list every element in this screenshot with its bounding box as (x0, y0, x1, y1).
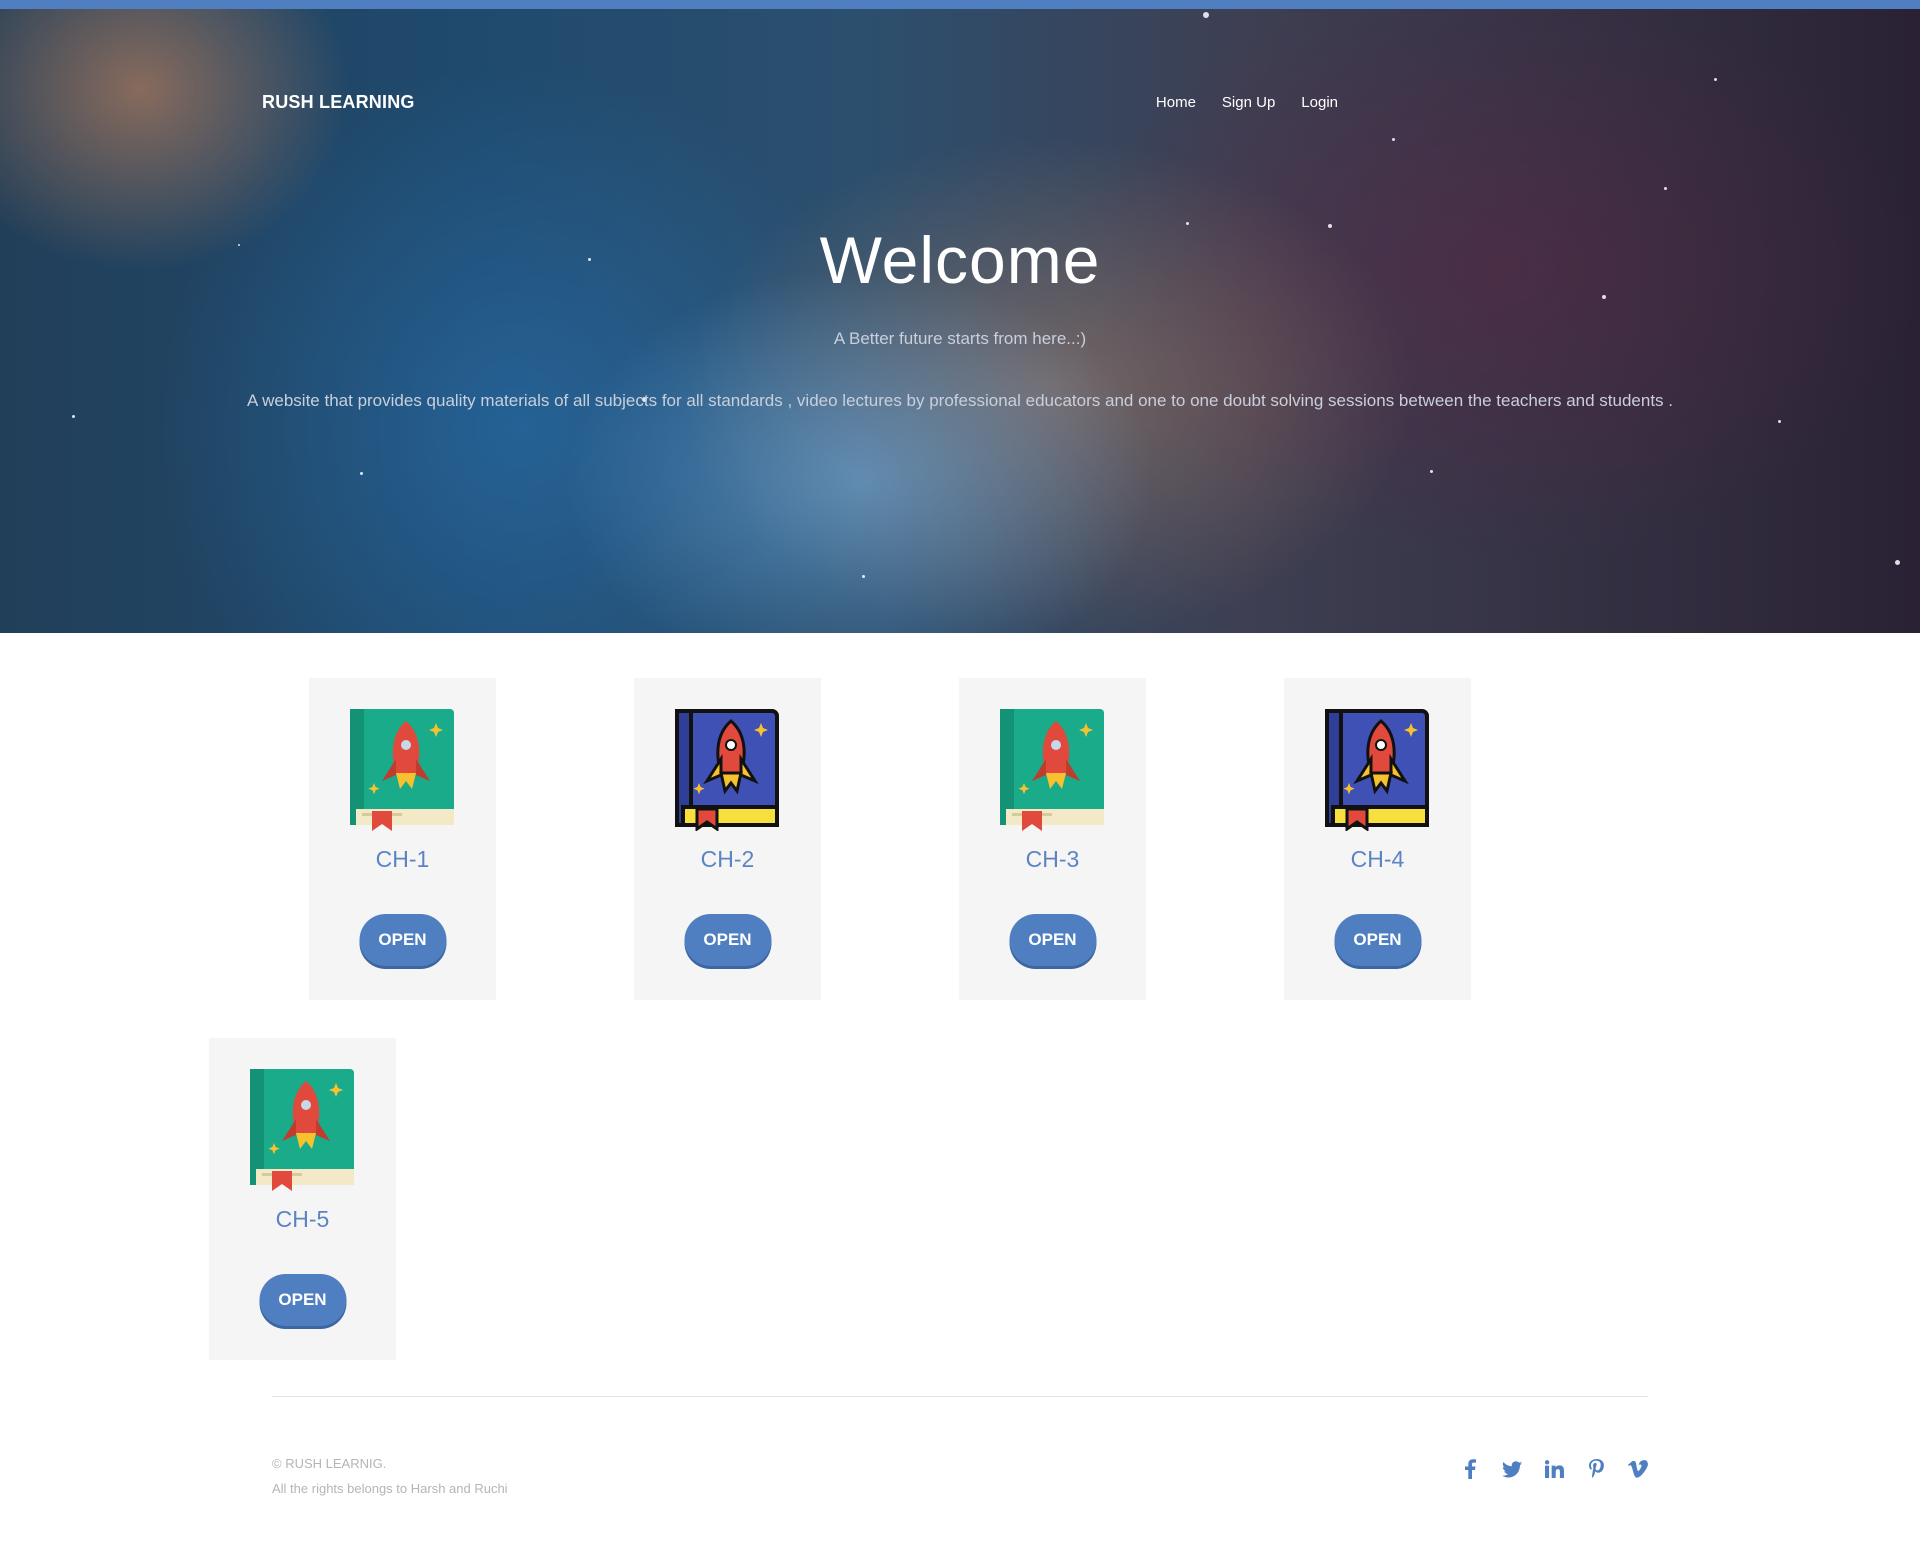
hero-subtitle: A Better future starts from here..:) (833, 329, 1087, 348)
nav-login[interactable]: Login (1301, 94, 1338, 111)
facebook-icon[interactable] (1460, 1458, 1480, 1480)
open-chapter-1-button[interactable]: OPEN (359, 914, 446, 966)
social-links (1460, 1458, 1648, 1480)
pinterest-icon[interactable] (1586, 1458, 1606, 1480)
open-chapter-5-button[interactable]: OPEN (259, 1274, 346, 1326)
twitter-icon[interactable] (1502, 1458, 1522, 1480)
star (1664, 187, 1667, 190)
green-rocket-book-icon (1000, 709, 1104, 831)
chapter-title: CH-2 (700, 846, 755, 872)
star (1778, 420, 1781, 423)
top-nav: Home Sign Up Login (1156, 94, 1338, 111)
star (1430, 470, 1433, 473)
footer-divider (272, 1396, 1648, 1397)
star (72, 415, 75, 418)
footer-rights: All the rights belongs to Harsh and Ruch… (272, 1481, 508, 1496)
chapter-card-2: CH-2 OPEN (634, 678, 821, 1000)
chapter-title: CH-3 (1025, 846, 1080, 872)
open-chapter-2-button[interactable]: OPEN (684, 914, 771, 966)
star (1895, 560, 1900, 565)
star (862, 575, 865, 578)
chapter-title: CH-5 (275, 1206, 330, 1232)
star (1714, 78, 1717, 81)
linkedin-icon[interactable] (1544, 1458, 1564, 1480)
chapter-card-4: CH-4 OPEN (1284, 678, 1471, 1000)
star (1203, 12, 1209, 18)
brand-logo[interactable]: RUSH LEARNING (262, 92, 415, 113)
chapter-card-1: CH-1 OPEN (309, 678, 496, 1000)
footer-copyright: © RUSH LEARNIG. (272, 1456, 387, 1471)
nav-home[interactable]: Home (1156, 94, 1196, 111)
chapter-card-5: CH-5 OPEN (209, 1038, 396, 1360)
open-chapter-3-button[interactable]: OPEN (1009, 914, 1096, 966)
chapter-card-3: CH-3 OPEN (959, 678, 1146, 1000)
open-chapter-4-button[interactable]: OPEN (1334, 914, 1421, 966)
top-accent-bar (0, 0, 1920, 9)
hero-description: A website that provides quality material… (247, 391, 1673, 410)
chapter-title: CH-1 (375, 846, 430, 872)
hero-title: Welcome (819, 223, 1101, 297)
chapter-title: CH-4 (1350, 846, 1405, 872)
green-rocket-book-icon (250, 1069, 354, 1191)
blue-rocket-book-icon (675, 709, 779, 831)
blue-rocket-book-icon (1325, 709, 1429, 831)
vimeo-icon[interactable] (1628, 1458, 1648, 1480)
green-rocket-book-icon (350, 709, 454, 831)
star (1392, 138, 1395, 141)
star (360, 472, 363, 475)
nav-signup[interactable]: Sign Up (1222, 94, 1275, 111)
